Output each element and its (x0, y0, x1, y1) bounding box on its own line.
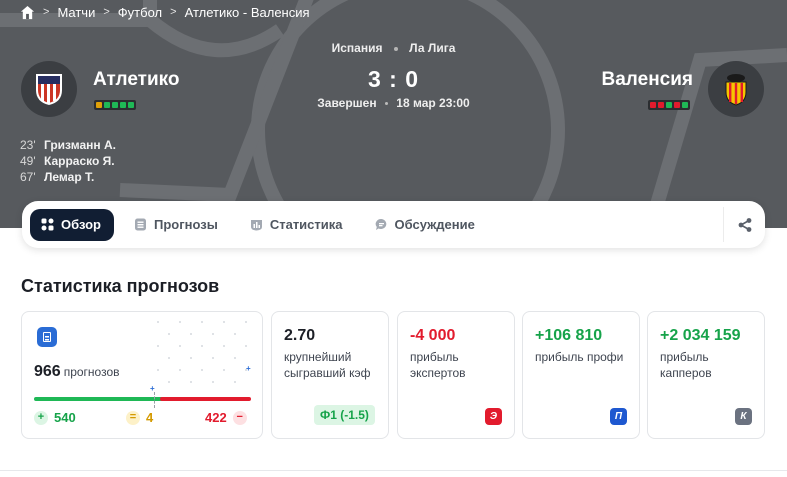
goal-minute: 67' (20, 170, 36, 184)
dot-pattern-decoration: + + (150, 321, 251, 393)
experts-profit-label: прибыль экспертов (410, 350, 466, 380)
tab-label: Прогнозы (154, 217, 218, 232)
form-dot (666, 102, 672, 108)
share-button[interactable] (723, 207, 765, 242)
cappers-profit-card[interactable]: +2 034 159 прибыль капперов К (647, 311, 765, 439)
tab-label: Статистика (269, 217, 343, 232)
match-datetime: 18 мар 23:00 (396, 96, 470, 110)
experts-profit-value: -4 000 (410, 327, 456, 344)
experts-profit-card[interactable]: -4 000 прибыль экспертов Э (397, 311, 515, 439)
breadcrumb: > Матчи > Футбол > Атлетико - Валенсия (20, 4, 310, 20)
draw-value: 4 (146, 410, 154, 425)
tab-forecasts[interactable]: Прогнозы (122, 209, 230, 241)
tab-statistics[interactable]: Статистика (238, 209, 355, 241)
goal-row: 49' Карраско Я. (20, 153, 116, 169)
pros-profit-value: +106 810 (535, 327, 603, 344)
loss-count: 422 − (205, 410, 247, 425)
biggest-odds-card[interactable]: 2.70 крупнейший сыгравший кэф Ф1 (-1.5) (271, 311, 389, 439)
forecast-count-value: 966 (34, 363, 61, 380)
separator-dot (393, 46, 398, 51)
overview-icon (41, 218, 54, 231)
away-team-form (648, 100, 690, 110)
bar-divider (154, 392, 155, 408)
tab-label: Обсуждение (394, 217, 475, 232)
cappers-profit-label: прибыль капперов (660, 350, 712, 380)
loss-value: 422 (205, 410, 227, 425)
svg-text:+: + (246, 364, 251, 373)
stats-icon (250, 218, 263, 231)
pros-badge-icon: П (610, 408, 627, 425)
goal-minute: 49' (20, 154, 36, 168)
plus-icon: + (34, 410, 48, 425)
win-bar (34, 397, 171, 401)
pros-profit-label: прибыль профи (535, 350, 624, 364)
document-icon (37, 327, 57, 347)
win-count: + 540 (34, 410, 76, 425)
goal-player[interactable]: Гризманн А. (44, 138, 116, 152)
separator-dot (384, 102, 388, 106)
tab-discussion[interactable]: Обсуждение (363, 209, 487, 241)
equals-icon: = (126, 410, 140, 425)
biggest-odds-label: крупнейший сыгравший кэф (284, 350, 371, 380)
biggest-odds-value: 2.70 (284, 327, 316, 344)
away-team-name[interactable]: Валенсия (602, 69, 693, 91)
loss-bar (160, 397, 251, 401)
goal-player[interactable]: Лемар Т. (44, 170, 94, 184)
experts-badge-icon: Э (485, 408, 502, 425)
breadcrumb-separator-icon: > (43, 6, 50, 18)
breadcrumb-separator-icon: > (103, 6, 110, 18)
forecast-count: 966 прогнозов (34, 363, 120, 381)
forecast-icon (134, 218, 147, 231)
share-icon (738, 217, 751, 232)
goal-row: 67' Лемар Т. (20, 169, 116, 185)
away-team-logo[interactable] (708, 61, 764, 117)
divider (0, 470, 787, 471)
forecast-count-label: прогнозов (63, 365, 120, 379)
pros-profit-card[interactable]: +106 810 прибыль профи П (522, 311, 640, 439)
breadcrumb-item-matches[interactable]: Матчи (57, 5, 95, 20)
status-label: Завершен (317, 96, 377, 110)
match-header: > Матчи > Футбол > Атлетико - Валенсия И… (0, 0, 787, 228)
form-dot (682, 102, 688, 108)
form-dot (650, 102, 656, 108)
goal-row: 23' Гризманн А. (20, 137, 116, 153)
chat-icon (375, 218, 388, 231)
cappers-profit-value: +2 034 159 (660, 327, 741, 344)
goal-list: 23' Гризманн А. 49' Карраско Я. 67' Лемар Т… (20, 137, 116, 185)
goal-minute: 23' (20, 138, 36, 152)
win-value: 540 (54, 410, 76, 425)
form-dot (674, 102, 680, 108)
league-label[interactable]: Ла Лига (409, 41, 455, 55)
breadcrumb-item-match: Атлетико - Валенсия (184, 4, 310, 20)
valencia-crest-icon (725, 74, 747, 106)
match-tabs: Обзор Прогнозы Статистика Обсуждение (22, 201, 765, 248)
breadcrumb-item-football[interactable]: Футбол (118, 5, 162, 20)
tab-overview[interactable]: Обзор (30, 208, 114, 241)
tab-label: Обзор (61, 217, 101, 232)
pitch-background (0, 0, 787, 228)
goal-player[interactable]: Карраско Я. (44, 154, 115, 168)
form-dot (658, 102, 664, 108)
home-icon[interactable] (20, 5, 35, 20)
forecast-stats-title: Статистика прогнозов (21, 276, 220, 296)
country-label[interactable]: Испания (332, 41, 383, 55)
league-info: Испания Ла Лига (0, 41, 787, 55)
cappers-badge-icon: К (735, 408, 752, 425)
draw-count: = 4 (126, 410, 153, 425)
forecast-summary-card: + + 966 прогнозов + 540 = 4 422 − (21, 311, 263, 439)
bet-type-tag: Ф1 (-1.5) (314, 405, 375, 425)
breadcrumb-separator-icon: > (170, 6, 177, 18)
minus-icon: − (232, 410, 247, 425)
